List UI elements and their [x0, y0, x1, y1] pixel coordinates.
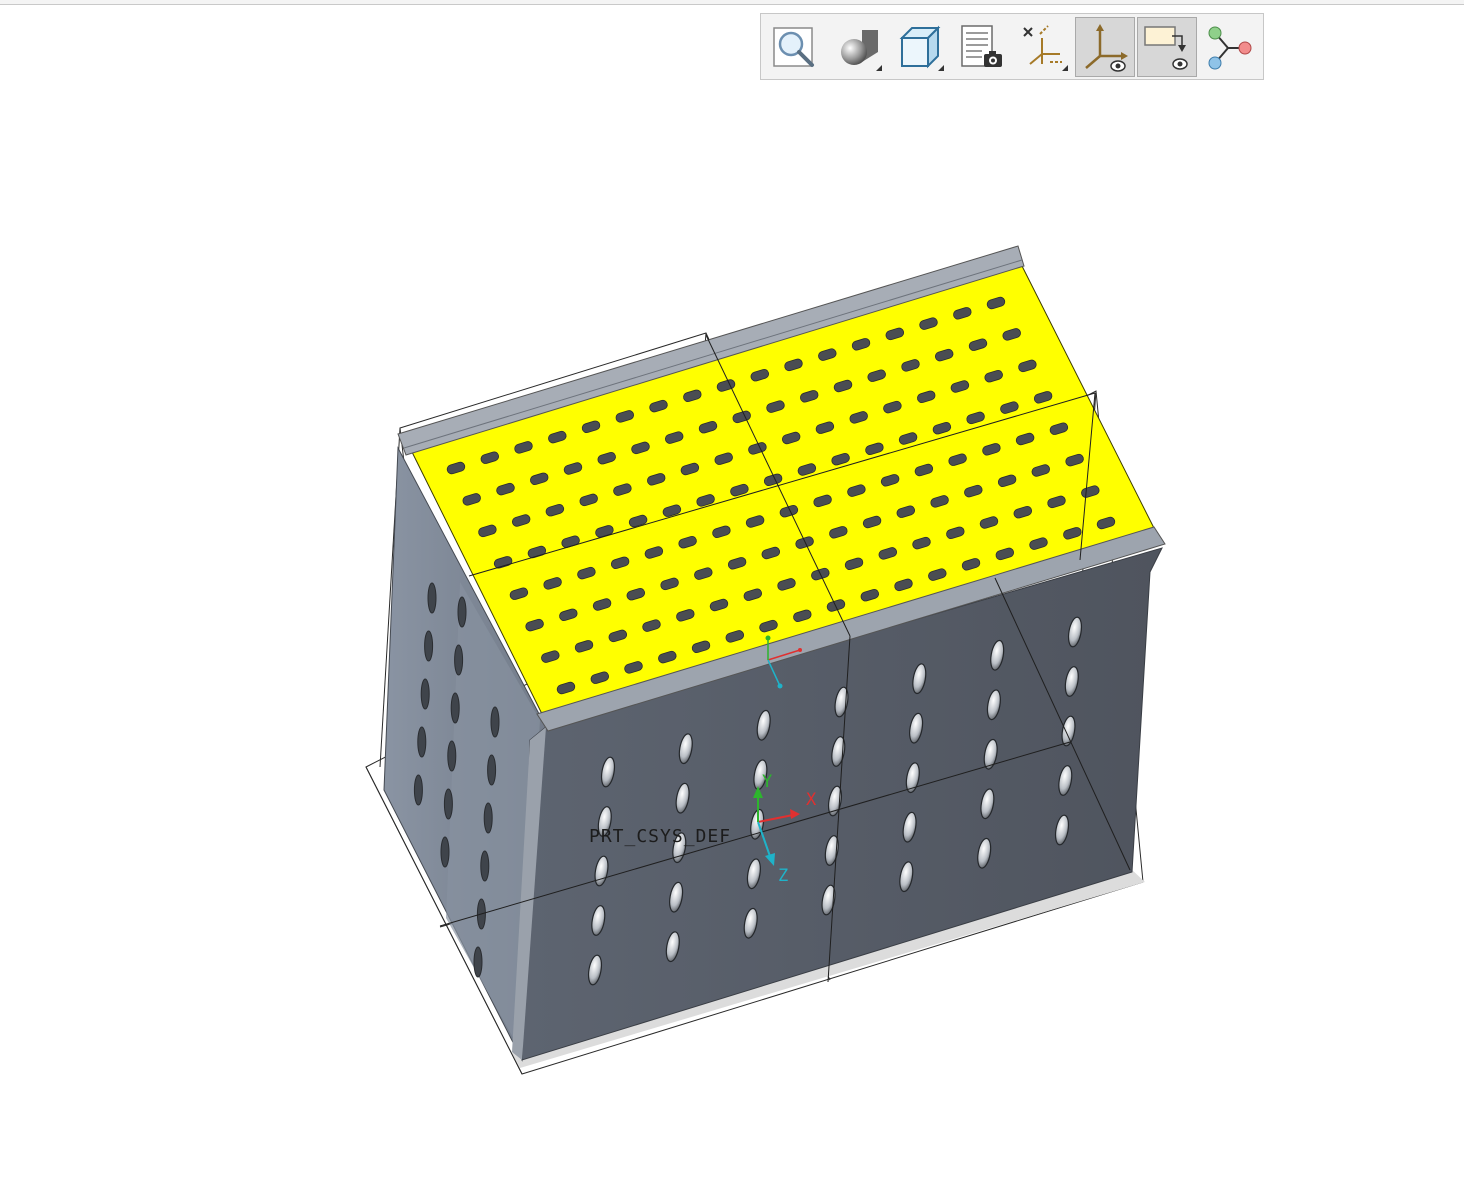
side-hole [490, 706, 500, 738]
side-hole [473, 946, 483, 978]
csys-z-axis-label: Z [778, 866, 789, 886]
side-hole [450, 692, 460, 724]
side-hole [417, 726, 427, 758]
side-hole [447, 740, 457, 772]
side-hole [413, 774, 423, 806]
csys-y-axis-label: Y [762, 772, 773, 792]
side-hole [420, 678, 430, 710]
csys-x-axis-label: X [806, 790, 817, 810]
side-hole [424, 630, 434, 662]
side-hole [454, 644, 464, 676]
side-hole [480, 850, 490, 882]
side-hole [443, 788, 453, 820]
part-model-view[interactable] [0, 0, 1464, 1182]
side-hole [427, 582, 437, 614]
graphics-viewport[interactable] [0, 90, 1464, 1182]
side-hole [457, 596, 467, 628]
side-hole [487, 754, 497, 786]
side-hole [483, 802, 493, 834]
csys-name-label: PRT_CSYS_DEF [589, 826, 732, 847]
side-hole [440, 836, 450, 868]
